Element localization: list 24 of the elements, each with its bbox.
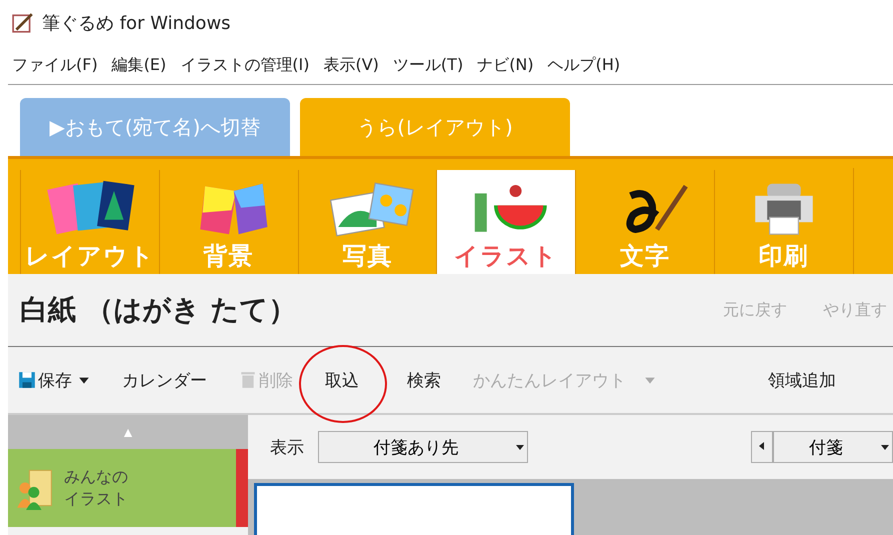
menu-item[interactable]: 編集(E) [112,54,166,76]
menu-item[interactable]: イラストの管理(I) [180,54,310,76]
toolbar-button[interactable]: 領域追加 [764,366,840,394]
menu-item[interactable]: ファイル(F) [12,54,98,76]
caret-icon [516,444,524,450]
menu-item[interactable]: ヘルプ(H) [548,54,620,76]
document-title: 白紙 （はがき たて） [19,292,296,328]
save-button[interactable]: 保存 [14,366,94,394]
save-icon [18,371,36,389]
category-item[interactable]: みんなのイラスト [8,449,248,527]
menu-item[interactable]: ツール(T) [392,54,464,76]
trash-icon [239,371,257,389]
previous-button[interactable] [751,431,773,463]
view-label: 表示 [270,436,304,458]
caret-icon [881,444,889,450]
toolbar-button[interactable]: カレンダー [118,366,211,394]
brush-app-icon [12,12,34,34]
window-title: 筆ぐるめ for Windows [42,12,231,35]
menu-item[interactable]: 表示(V) [323,54,379,76]
sort-dropdown[interactable]: 付箋 [773,431,893,463]
toolbar-button[interactable]: 取込 [321,366,363,394]
toolbar-button[interactable]: 検索 [403,366,445,394]
menu-item[interactable]: ナビ(N) [477,54,534,76]
view-dropdown[interactable]: 付箋あり先 [318,431,528,463]
